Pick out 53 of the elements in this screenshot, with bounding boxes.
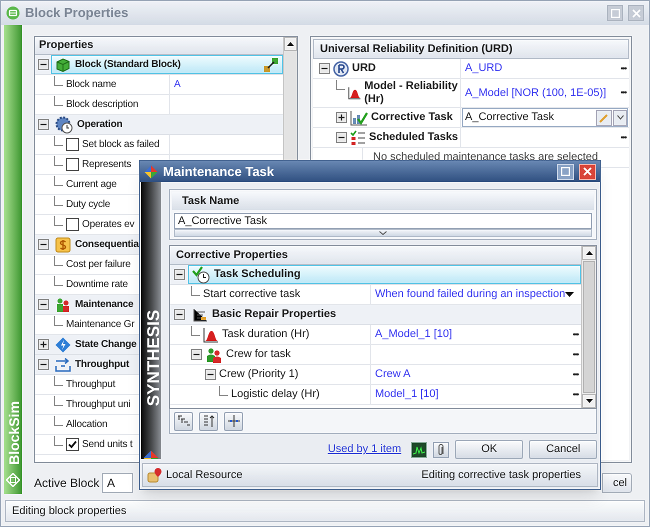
property-label: Represents (82, 158, 132, 172)
brand-logo: SYNTHESIS (143, 308, 161, 408)
property-label: Logistic delay (Hr) (231, 387, 320, 402)
property-label: Maintenance Gr (66, 318, 134, 332)
section-label: State Change (75, 338, 137, 352)
field-value: A (107, 475, 116, 492)
property-label: Duty cycle (66, 198, 110, 212)
panel-header: Universal Reliability Definition (URD) (320, 42, 513, 57)
property-value: A_URD (465, 61, 502, 76)
property-label: Throughput uni (66, 398, 130, 412)
property-label: Throughput (66, 378, 116, 392)
property-value: Crew A (375, 367, 410, 382)
property-label: Block description (66, 98, 138, 112)
property-label: Downtime rate (66, 278, 128, 292)
field-value: A_Corrective Task (178, 214, 268, 229)
property-label: Allocation (66, 418, 108, 432)
window-title: Maintenance Task (163, 162, 274, 181)
window-title: Block Properties (25, 4, 128, 22)
panel-header: Corrective Properties (176, 248, 288, 263)
property-label: Operates ev (82, 218, 134, 232)
property-label: Corrective Task (371, 111, 453, 124)
status-text: Editing corrective task properties (421, 468, 581, 483)
section-label: Operation (77, 118, 122, 132)
property-value: Model_1 [10] (375, 387, 439, 402)
panel-header: Properties (39, 38, 94, 54)
property-label: Crew (Priority 1) (219, 367, 298, 382)
property-value: A (174, 78, 180, 92)
property-value: A_Model_1 [10] (375, 327, 452, 342)
property-label: Block name (66, 78, 116, 92)
section-label: Task Scheduling (214, 267, 301, 282)
property-value: A_Model [NOR (100, 1E-05)] (465, 86, 606, 101)
property-label: Crew for task (226, 347, 291, 362)
property-label: Cost per failure (66, 258, 131, 272)
panel-header: Task Name (182, 194, 240, 209)
section-label: Block (Standard Block) (75, 58, 181, 72)
field-value: A_Corrective Task (465, 110, 554, 126)
section-label: Basic Repair Properties (212, 307, 336, 322)
property-label: Current age (66, 178, 117, 192)
brand-logo: BlockSim (5, 400, 22, 467)
status-text: Local Resource (166, 468, 242, 483)
property-label: Send units t (82, 438, 132, 452)
section-label: Maintenance (75, 298, 134, 312)
section-label: Throughput (75, 358, 130, 372)
property-label: Scheduled Tasks (369, 131, 458, 144)
field-label: Active Block (34, 475, 100, 492)
property-label: Start corrective task (203, 287, 300, 302)
property-label: URD (352, 62, 376, 75)
section-label: Consequentia (75, 238, 139, 252)
empty-message: No scheduled maintenance tasks are selected (373, 150, 598, 166)
property-label: Set block as failed (82, 138, 160, 152)
property-label: Model - Reliability (Hr) (364, 80, 459, 106)
property-label: Task duration (Hr) (222, 327, 310, 342)
status-text: Editing block properties (12, 504, 126, 519)
